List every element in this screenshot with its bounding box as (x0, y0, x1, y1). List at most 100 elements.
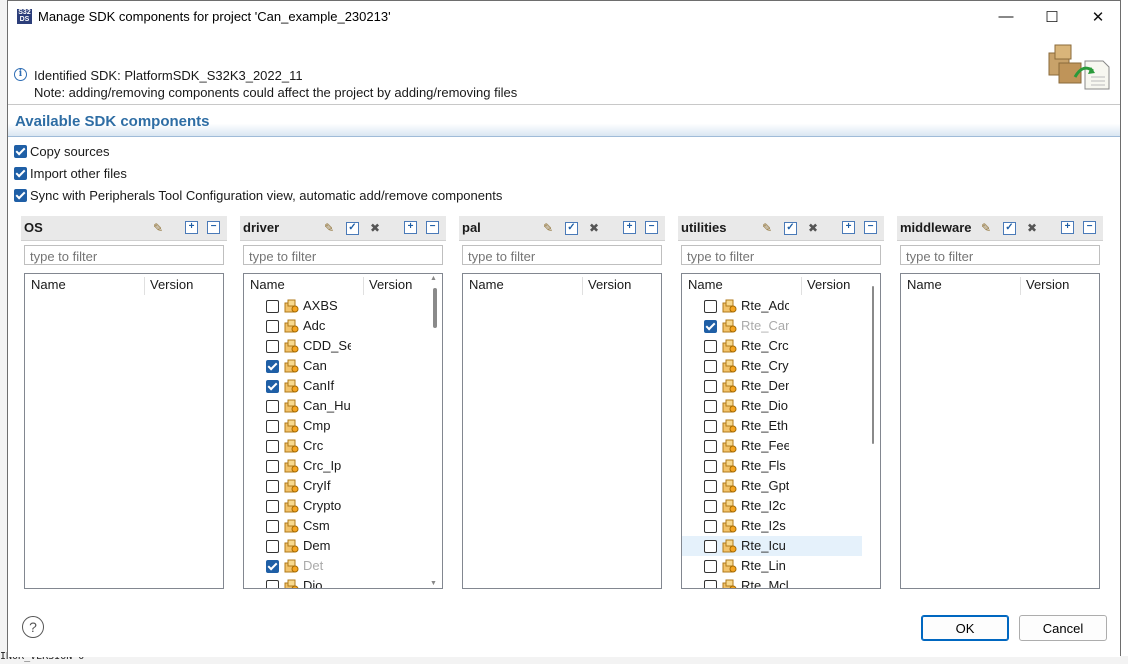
scrollbar-thumb[interactable] (433, 288, 437, 328)
component-checkbox[interactable] (266, 300, 279, 313)
uncheck-all-icon[interactable]: ✖ (587, 221, 601, 235)
collapse-all-icon[interactable]: − (207, 221, 220, 234)
expand-all-icon[interactable]: + (185, 221, 198, 234)
component-checkbox[interactable] (266, 580, 279, 588)
component-list[interactable]: Name Version AXBS Adc CDD_Sent Can CanIf Can_Hu… (243, 273, 443, 589)
expand-all-icon[interactable]: + (623, 221, 636, 234)
list-item[interactable]: Rte_I2s (682, 516, 862, 536)
list-item[interactable]: Rte_Adc (682, 296, 862, 316)
component-checkbox[interactable] (704, 540, 717, 553)
component-checkbox[interactable] (266, 360, 279, 373)
list-item[interactable]: Rte_Can (682, 316, 862, 336)
name-column-header[interactable]: Name (31, 274, 66, 296)
component-checkbox[interactable] (266, 400, 279, 413)
list-item[interactable]: Rte_Mcl (682, 576, 862, 588)
component-checkbox[interactable] (704, 480, 717, 493)
expand-all-icon[interactable]: + (1061, 221, 1074, 234)
vertical-scrollbar[interactable]: ▲ ▼ (428, 274, 442, 588)
check-all-icon[interactable]: ✓ (784, 222, 797, 235)
collapse-all-icon[interactable]: − (426, 221, 439, 234)
list-item[interactable]: Cmp (244, 416, 424, 436)
component-checkbox[interactable] (266, 380, 279, 393)
edit-icon[interactable]: ✎ (760, 221, 774, 235)
filter-field[interactable] (900, 245, 1100, 265)
check-all-icon[interactable]: ✓ (565, 222, 578, 235)
filter-field[interactable] (24, 245, 224, 265)
list-item[interactable]: CryIf (244, 476, 424, 496)
filter-input[interactable] (904, 247, 1098, 265)
list-item[interactable]: Rte_Cryp (682, 356, 862, 376)
list-item[interactable]: Crc_Ip (244, 456, 424, 476)
list-item[interactable]: Rte_I2c (682, 496, 862, 516)
uncheck-all-icon[interactable]: ✖ (1025, 221, 1039, 235)
edit-icon[interactable]: ✎ (151, 221, 165, 235)
cancel-button[interactable]: Cancel (1019, 615, 1107, 641)
list-item[interactable]: Can_Hub (244, 396, 424, 416)
list-item[interactable]: Dem (244, 536, 424, 556)
component-checkbox[interactable] (704, 520, 717, 533)
scrollbar-thumb[interactable] (872, 286, 874, 444)
filter-input[interactable] (28, 247, 222, 265)
list-item[interactable]: CanIf (244, 376, 424, 396)
component-checkbox[interactable] (704, 320, 717, 333)
edit-icon[interactable]: ✎ (541, 221, 555, 235)
import-other-files-checkbox[interactable] (14, 167, 27, 180)
component-list[interactable]: Name Version Rte_Adc Rte_Can Rte_Crc Rte_Cryp… (681, 273, 881, 589)
list-item[interactable]: Can (244, 356, 424, 376)
collapse-all-icon[interactable]: − (864, 221, 877, 234)
sync-peripherals-checkbox[interactable] (14, 189, 27, 202)
version-column-header[interactable]: Version (369, 274, 412, 296)
collapse-all-icon[interactable]: − (645, 221, 658, 234)
version-column-header[interactable]: Version (150, 274, 193, 296)
version-column-header[interactable]: Version (807, 274, 850, 296)
list-item[interactable]: Rte_Dem (682, 376, 862, 396)
check-all-icon[interactable]: ✓ (346, 222, 359, 235)
list-item[interactable]: AXBS (244, 296, 424, 316)
list-item[interactable]: CDD_Sent (244, 336, 424, 356)
list-item[interactable]: Rte_Fls (682, 456, 862, 476)
name-column-header[interactable]: Name (469, 274, 504, 296)
filter-field[interactable] (681, 245, 881, 265)
component-checkbox[interactable] (704, 380, 717, 393)
component-checkbox[interactable] (266, 540, 279, 553)
ok-button[interactable]: OK (921, 615, 1009, 641)
component-checkbox[interactable] (704, 420, 717, 433)
component-checkbox[interactable] (704, 340, 717, 353)
list-item[interactable]: Rte_Lin (682, 556, 862, 576)
version-column-header[interactable]: Version (588, 274, 631, 296)
component-checkbox[interactable] (266, 560, 279, 573)
list-item[interactable]: Rte_Fee (682, 436, 862, 456)
name-column-header[interactable]: Name (907, 274, 942, 296)
expand-all-icon[interactable]: + (404, 221, 417, 234)
component-checkbox[interactable] (704, 560, 717, 573)
component-checkbox[interactable] (704, 440, 717, 453)
filter-input[interactable] (247, 247, 441, 265)
component-checkbox[interactable] (266, 440, 279, 453)
list-item[interactable]: Adc (244, 316, 424, 336)
list-item[interactable]: Rte_Eth (682, 416, 862, 436)
uncheck-all-icon[interactable]: ✖ (368, 221, 382, 235)
edit-icon[interactable]: ✎ (979, 221, 993, 235)
vertical-scrollbar[interactable] (866, 274, 880, 588)
list-item[interactable]: Crc (244, 436, 424, 456)
collapse-all-icon[interactable]: − (1083, 221, 1096, 234)
component-checkbox[interactable] (266, 320, 279, 333)
component-checkbox[interactable] (704, 360, 717, 373)
list-item[interactable]: Det (244, 556, 424, 576)
component-checkbox[interactable] (266, 460, 279, 473)
version-column-header[interactable]: Version (1026, 274, 1069, 296)
name-column-header[interactable]: Name (250, 274, 285, 296)
component-checkbox[interactable] (704, 500, 717, 513)
list-item[interactable]: Rte_Crc (682, 336, 862, 356)
filter-field[interactable] (462, 245, 662, 265)
maximize-button[interactable]: ☐ (1029, 1, 1075, 32)
check-all-icon[interactable]: ✓ (1003, 222, 1016, 235)
list-item[interactable]: Rte_Icu (682, 536, 862, 556)
component-checkbox[interactable] (704, 300, 717, 313)
copy-sources-checkbox[interactable] (14, 145, 27, 158)
list-item[interactable]: Dio (244, 576, 424, 588)
expand-all-icon[interactable]: + (842, 221, 855, 234)
edit-icon[interactable]: ✎ (322, 221, 336, 235)
list-item[interactable]: Csm (244, 516, 424, 536)
help-icon[interactable]: ? (22, 616, 44, 638)
